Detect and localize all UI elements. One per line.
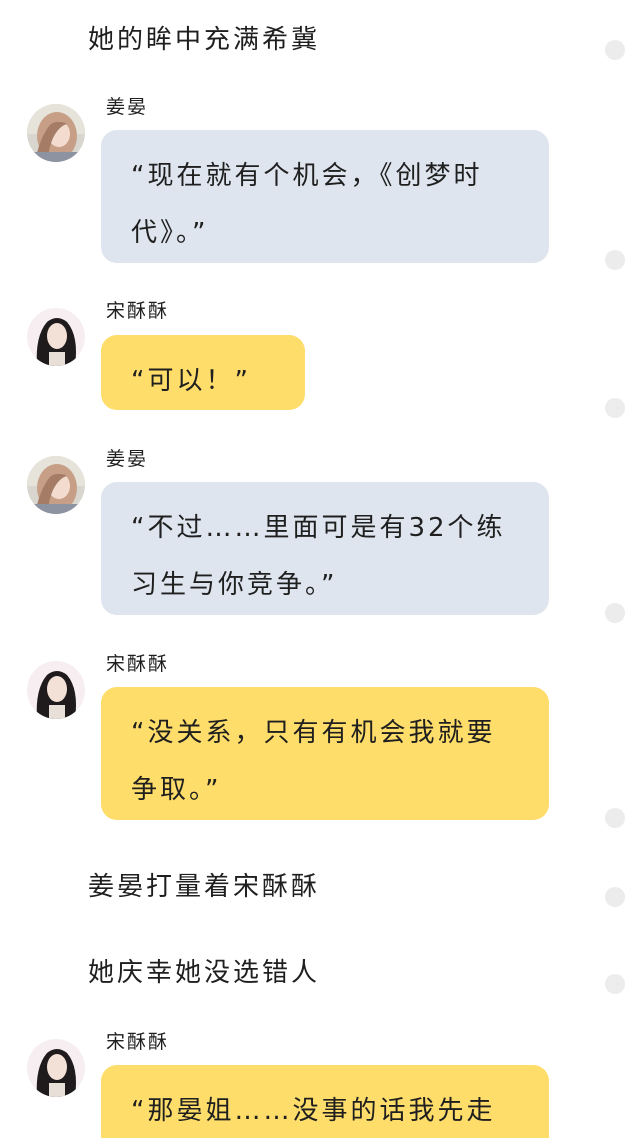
avatar-song[interactable] [27, 661, 85, 719]
speaker-name: 姜晏 [106, 96, 149, 118]
comment-dot[interactable] [605, 887, 625, 907]
comment-dot[interactable] [605, 603, 625, 623]
avatar-jiang[interactable] [27, 456, 85, 514]
comment-dot[interactable] [605, 40, 625, 60]
comment-dot[interactable] [605, 250, 625, 270]
avatar-song[interactable] [27, 1039, 85, 1097]
avatar-jiang[interactable] [27, 104, 85, 162]
comment-dot[interactable] [605, 974, 625, 994]
woman-light-hair-avatar-icon [27, 104, 85, 162]
speaker-name: 姜晏 [106, 448, 149, 470]
narration-text: 姜晏打量着宋酥酥 [88, 872, 321, 902]
chat-bubble[interactable]: “现在就有个机会，《创梦时代》。” [101, 130, 549, 263]
woman-dark-hair-avatar-icon [27, 661, 85, 719]
narration-text: 她的眸中充满希冀 [88, 25, 321, 55]
avatar-song[interactable] [27, 308, 85, 366]
comment-dot[interactable] [605, 808, 625, 828]
speaker-name: 宋酥酥 [106, 300, 170, 322]
narration-text: 她庆幸她没选错人 [88, 958, 321, 988]
woman-dark-hair-avatar-icon [27, 308, 85, 366]
speaker-name: 宋酥酥 [106, 653, 170, 675]
speaker-name: 宋酥酥 [106, 1031, 170, 1053]
chat-bubble[interactable]: “不过……里面可是有32个练习生与你竞争。” [101, 482, 549, 615]
comment-dot[interactable] [605, 398, 625, 418]
chat-story-view: 她的眸中充满希冀 姜晏 “现在就有个机会，《创梦时代》。” 宋酥酥 “可以！” [0, 0, 640, 1138]
chat-bubble[interactable]: “可以！” [101, 335, 305, 410]
chat-bubble[interactable]: “那晏姐……没事的话我先走 [101, 1065, 549, 1138]
woman-dark-hair-avatar-icon [27, 1039, 85, 1097]
chat-bubble[interactable]: “没关系，只有有机会我就要争取。” [101, 687, 549, 820]
woman-light-hair-avatar-icon [27, 456, 85, 514]
